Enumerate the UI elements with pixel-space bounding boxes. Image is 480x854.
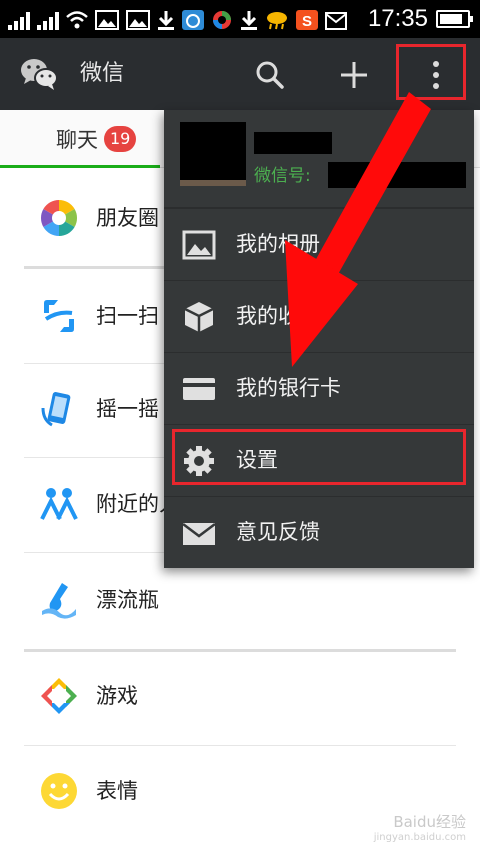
menu-item-label: 我的相册 — [236, 232, 320, 256]
moments-icon — [40, 200, 78, 236]
menu-item-label: 意见反馈 — [236, 520, 320, 544]
image-icon — [126, 10, 150, 30]
cloud-app-icon — [182, 10, 204, 30]
menu-item-label: 我的收藏 — [236, 304, 320, 328]
app-s-icon: S — [296, 10, 318, 30]
overflow-menu: 微信号: 我的相册 我的收藏 我的银行卡 设置 意见反馈 — [164, 110, 474, 568]
redacted-wechat-id — [328, 162, 466, 188]
list-item-label: 表情 — [96, 779, 138, 803]
feedback-mail-icon — [182, 523, 216, 545]
mail-icon — [325, 12, 347, 30]
tab-indicator — [0, 165, 160, 168]
menu-profile[interactable]: 微信号: — [164, 110, 474, 208]
games-icon — [41, 678, 77, 714]
watermark-url: jingyan.baidu.com — [373, 832, 466, 843]
download-icon — [241, 11, 257, 30]
list-item-label: 漂流瓶 — [96, 588, 159, 612]
redacted-nickname — [254, 132, 332, 154]
signal-2-icon — [37, 10, 59, 30]
search-icon — [256, 61, 284, 89]
wechat-logo-icon — [21, 59, 58, 90]
favorites-icon — [184, 302, 214, 332]
menu-item-favorites[interactable]: 我的收藏 — [164, 280, 474, 352]
plus-icon — [341, 62, 367, 88]
scan-icon — [44, 300, 74, 332]
list-item-label: 朋友圈 — [96, 206, 159, 230]
highlight-settings-item — [172, 429, 466, 485]
battery-icon — [436, 10, 473, 28]
status-icons: S — [8, 8, 347, 30]
download-icon — [158, 11, 174, 30]
tab-label: 聊天 — [56, 128, 98, 152]
list-item-drift-bottle[interactable]: 漂流瓶 — [0, 555, 480, 645]
search-button[interactable] — [244, 50, 296, 100]
sticker-icon — [41, 773, 77, 809]
bank-card-icon — [183, 378, 215, 400]
menu-item-album[interactable]: 我的相册 — [164, 208, 474, 280]
album-icon — [182, 230, 216, 260]
svg-text:S: S — [302, 13, 312, 30]
menu-item-label: 我的银行卡 — [236, 376, 341, 400]
unread-badge: 19 — [104, 126, 137, 152]
list-item-games[interactable]: 游戏 — [0, 651, 480, 741]
list-item-label: 摇一摇 — [96, 397, 159, 421]
watermark-text: Baidu经验 — [393, 813, 466, 831]
add-button[interactable] — [328, 50, 380, 100]
clock: 17:35 — [367, 5, 428, 32]
status-bar: S 17:35 — [0, 0, 480, 38]
watermark: Baidu经验 jingyan.baidu.com — [374, 814, 466, 846]
menu-item-feedback[interactable]: 意见反馈 — [164, 496, 474, 568]
tab-chat[interactable]: 聊天 19 — [56, 124, 137, 154]
wechat-id-label: 微信号: — [254, 166, 311, 186]
wifi-icon — [66, 11, 88, 29]
weather-icon — [267, 12, 287, 30]
image-icon — [95, 10, 119, 30]
highlight-more-button — [396, 44, 466, 100]
people-nearby-icon — [40, 488, 78, 520]
shake-icon — [41, 392, 71, 427]
app-title: 微信 — [80, 61, 125, 86]
avatar — [180, 122, 246, 186]
list-item-label: 扫一扫 — [96, 304, 159, 328]
menu-item-bank-card[interactable]: 我的银行卡 — [164, 352, 474, 424]
signal-1-icon — [8, 10, 30, 30]
list-item-label: 游戏 — [96, 684, 138, 708]
circle-app-icon — [213, 11, 231, 29]
drift-bottle-icon — [42, 583, 76, 619]
